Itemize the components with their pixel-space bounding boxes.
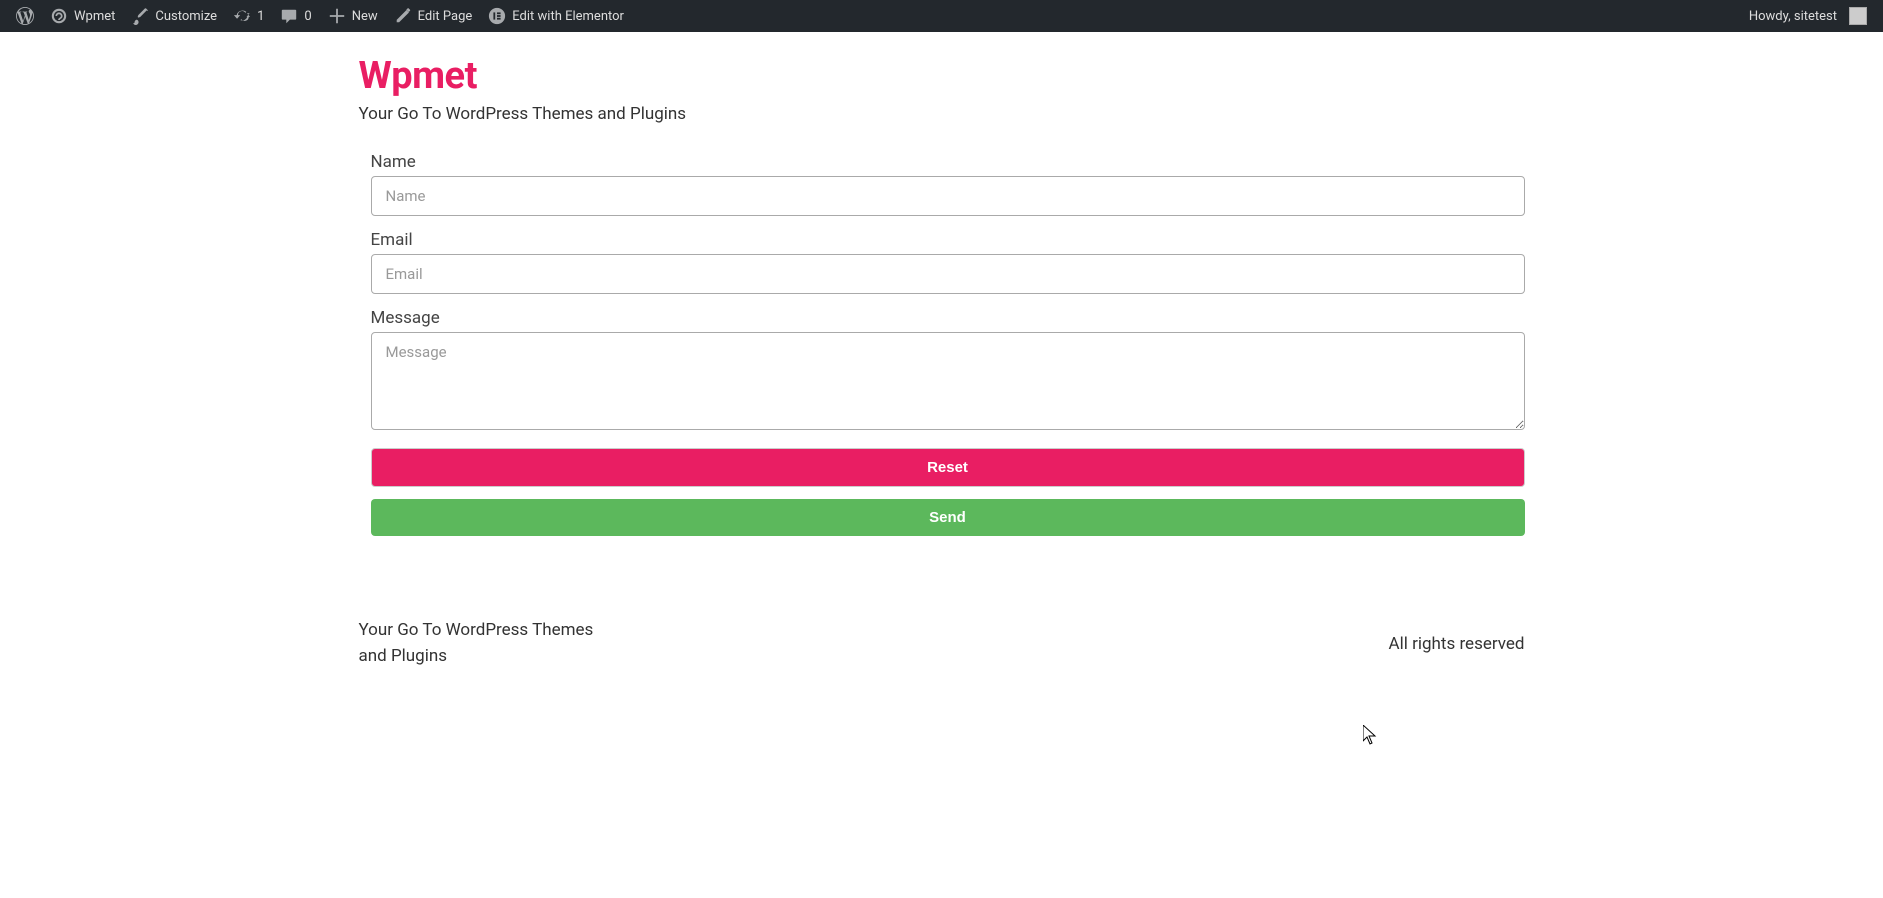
- footer-rights: All rights reserved: [1389, 634, 1525, 654]
- email-input[interactable]: [371, 254, 1525, 294]
- email-label: Email: [371, 230, 1525, 250]
- edit-with-elementor-link[interactable]: Edit with Elementor: [480, 0, 632, 32]
- reset-button[interactable]: Reset: [371, 448, 1525, 487]
- message-group: Message: [371, 308, 1525, 434]
- refresh-icon: [233, 7, 251, 25]
- edit-elementor-label: Edit with Elementor: [512, 9, 624, 24]
- admin-site-name: Wpmet: [74, 9, 115, 24]
- cursor-icon: [1363, 725, 1377, 745]
- site-tagline: Your Go To WordPress Themes and Plugins: [359, 104, 1525, 124]
- message-input[interactable]: [371, 332, 1525, 430]
- name-label: Name: [371, 152, 1525, 172]
- edit-page-label: Edit Page: [418, 9, 473, 24]
- avatar-icon: [1849, 7, 1867, 25]
- site-header: Wpmet Your Go To WordPress Themes and Pl…: [359, 32, 1525, 124]
- new-label: New: [352, 9, 378, 24]
- elementor-icon: [488, 7, 506, 25]
- comments-link[interactable]: 0: [272, 0, 319, 32]
- email-group: Email: [371, 230, 1525, 294]
- wp-logo-menu[interactable]: [8, 0, 42, 32]
- name-input[interactable]: [371, 176, 1525, 216]
- name-group: Name: [371, 152, 1525, 216]
- admin-bar-right: Howdy, sitetest: [1741, 0, 1875, 32]
- site-home-link[interactable]: Wpmet: [42, 0, 123, 32]
- wordpress-icon: [16, 7, 34, 25]
- message-label: Message: [371, 308, 1525, 328]
- site-footer: Your Go To WordPress Themes and Plugins …: [359, 618, 1525, 709]
- new-content-link[interactable]: New: [320, 0, 386, 32]
- footer-tagline: Your Go To WordPress Themes and Plugins: [359, 618, 599, 669]
- updates-count: 1: [257, 9, 264, 24]
- brush-icon: [131, 7, 149, 25]
- comments-icon: [280, 7, 298, 25]
- customize-label: Customize: [155, 9, 217, 24]
- updates-link[interactable]: 1: [225, 0, 272, 32]
- page-container: Wpmet Your Go To WordPress Themes and Pl…: [347, 32, 1537, 709]
- user-account-link[interactable]: Howdy, sitetest: [1741, 0, 1875, 32]
- wp-admin-bar: Wpmet Customize 1 0 New: [0, 0, 1883, 32]
- comments-count: 0: [304, 9, 311, 24]
- contact-form: Name Email Message Reset Send: [359, 152, 1525, 548]
- send-button[interactable]: Send: [371, 499, 1525, 536]
- plus-icon: [328, 7, 346, 25]
- customize-link[interactable]: Customize: [123, 0, 225, 32]
- admin-bar-left: Wpmet Customize 1 0 New: [8, 0, 632, 32]
- pencil-icon: [394, 7, 412, 25]
- site-title[interactable]: Wpmet: [359, 54, 1525, 98]
- edit-page-link[interactable]: Edit Page: [386, 0, 481, 32]
- home-icon: [50, 7, 68, 25]
- howdy-label: Howdy, sitetest: [1749, 9, 1837, 24]
